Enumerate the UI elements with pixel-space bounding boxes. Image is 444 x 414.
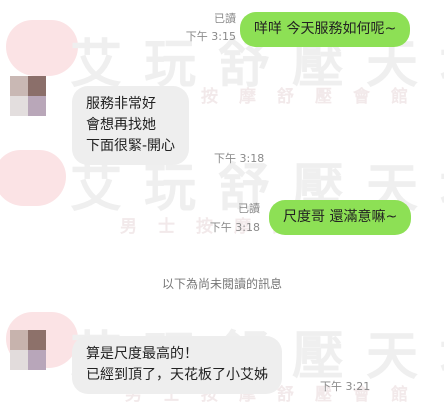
heart-logo xyxy=(6,20,78,76)
message-text: 咩咩 今天服務如何呢~ xyxy=(254,21,397,37)
message-time: 下午 3:18 xyxy=(214,152,265,165)
message-time: 下午 3:18 xyxy=(209,221,260,234)
message-time: 下午 3:21 xyxy=(320,380,371,393)
message-text: 下面很緊-開心 xyxy=(86,138,176,154)
unread-divider: 以下為尚未閱讀的訊息 xyxy=(161,277,282,291)
avatar[interactable] xyxy=(10,330,46,370)
outgoing-message-bubble[interactable]: 咩咩 今天服務如何呢~ xyxy=(240,12,411,47)
outgoing-message-bubble[interactable]: 尺度哥 還滿意嘛~ xyxy=(269,200,412,235)
read-receipt: 已讀 xyxy=(238,202,260,215)
heart-logo xyxy=(0,150,66,206)
avatar[interactable] xyxy=(10,76,46,116)
incoming-message-bubble[interactable]: 服務非常好 會想再找她 下面很緊-開心 xyxy=(72,86,190,165)
message-text: 尺度哥 還滿意嘛~ xyxy=(283,209,398,225)
message-text: 算是尺度最高的！ xyxy=(86,346,198,362)
message-time: 下午 3:15 xyxy=(185,30,236,43)
message-text: 會想再找她 xyxy=(86,117,156,133)
message-text: 已經到頂了，天花板了小艾姊 xyxy=(86,367,268,383)
message-text: 服務非常好 xyxy=(86,96,156,112)
incoming-message-bubble[interactable]: 算是尺度最高的！ 已經到頂了，天花板了小艾姊 xyxy=(72,336,282,394)
read-receipt: 已讀 xyxy=(214,12,236,25)
